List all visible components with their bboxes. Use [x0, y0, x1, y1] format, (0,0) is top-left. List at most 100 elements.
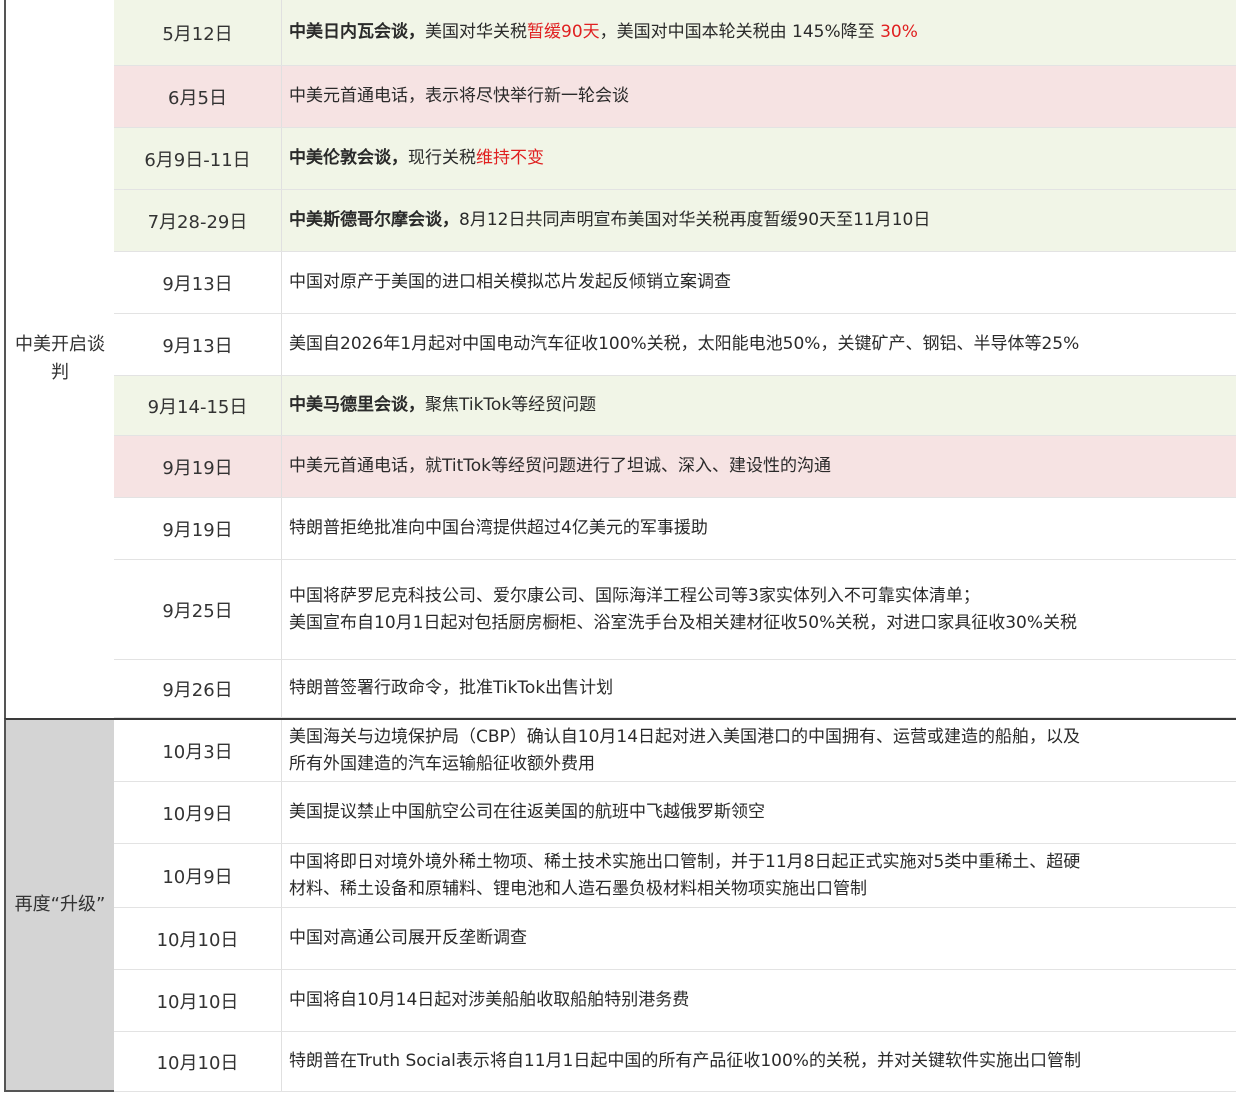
event-text: 特朗普签署行政命令，批准TikTok出售计划 [289, 678, 614, 698]
row-date: 10月9日 [114, 844, 282, 907]
table-row: 9月26日 特朗普签署行政命令，批准TikTok出售计划 [114, 660, 1236, 718]
event-text: 聚焦TikTok等经贸问题 [425, 395, 597, 415]
event-text: 美国提议禁止中国航空公司在往返美国的航班中飞越俄罗斯领空 [289, 802, 765, 822]
event-text: 维持不变 [476, 148, 544, 168]
event-text: 30% [880, 22, 918, 42]
row-date: 6月9日-11日 [114, 128, 282, 189]
event-text: 中美马德里会谈， [289, 395, 425, 415]
table-row: 9月14-15日 中美马德里会谈，聚焦TikTok等经贸问题 [114, 376, 1236, 436]
row-date: 9月19日 [114, 498, 282, 559]
section-rows: 5月12日 中美日内瓦会谈，美国对华关税暂缓90天，美国对中国本轮关税由 145%… [114, 0, 1236, 718]
section-rows: 10月3日 美国海关与边境保护局（CBP）确认自10月14日起对进入美国港口的中国… [114, 720, 1236, 1092]
event-line: 中国对原产于美国的进口相关模拟芯片发起反倾销立案调查 [289, 269, 1236, 296]
row-event: 中美马德里会谈，聚焦TikTok等经贸问题 [289, 376, 1236, 435]
event-text: 特朗普在Truth Social表示将自11月1日起中国的所有产品征收100%的… [289, 1051, 1081, 1071]
row-event: 中美元首通电话，就TitTok等经贸问题进行了坦诚、深入、建设性的沟通 [289, 436, 1236, 497]
table-row: 9月13日 美国自2026年1月起对中国电动汽车征收100%关税，太阳能电池50%… [114, 314, 1236, 376]
row-event: 中国对原产于美国的进口相关模拟芯片发起反倾销立案调查 [289, 252, 1236, 313]
row-date: 9月25日 [114, 560, 282, 659]
event-text: 暂缓90天 [527, 22, 600, 42]
row-event: 中美斯德哥尔摩会谈，8月12日共同声明宣布美国对华关税再度暂缓90天至11月10… [289, 190, 1236, 251]
event-text: ，美国对中国本轮关税由 145%降至 [599, 22, 881, 42]
section-label: 再度“升级” [6, 720, 114, 1090]
event-text: 美国自2026年1月起对中国电动汽车征收100%关税，太阳能电池50%，关键矿产… [289, 334, 1080, 354]
event-text: 材料、稀土设备和原辅料、锂电池和人造石墨负极材料相关物项实施出口管制 [289, 878, 867, 899]
event-text: 中国将萨罗尼克科技公司、爱尔康公司、国际海洋工程公司等3家实体列入不可靠实体清单… [289, 585, 980, 606]
event-line: 特朗普拒绝批准向中国台湾提供超过4亿美元的军事援助 [289, 515, 1236, 542]
event-text: 中国将即日对境外境外稀土物项、稀土技术实施出口管制，并于11月8日起正式实施对5… [289, 851, 1081, 872]
event-line: 美国宣布自10月1日起对包括厨房橱柜、浴室洗手台及相关建材征收50%关税，对进口… [289, 610, 1236, 637]
event-line: 中国对高通公司展开反垄断调查 [289, 925, 1236, 952]
event-text: 美国对华关税 [425, 22, 527, 42]
table-row: 6月9日-11日 中美伦敦会谈，现行关税维持不变 [114, 128, 1236, 190]
event-line: 美国海关与边境保护局（CBP）确认自10月14日起对进入美国港口的中国拥有、运营… [289, 724, 1236, 751]
event-text: 8月12日共同声明宣布美国对华关税再度暂缓90天至11月10日 [459, 210, 931, 230]
table-row: 10月10日 特朗普在Truth Social表示将自11月1日起中国的所有产品征… [114, 1032, 1236, 1092]
row-event: 中美日内瓦会谈，美国对华关税暂缓90天，美国对中国本轮关税由 145%降至 30… [289, 0, 1236, 65]
event-line: 特朗普在Truth Social表示将自11月1日起中国的所有产品征收100%的… [289, 1048, 1236, 1075]
row-event: 中国对高通公司展开反垄断调查 [289, 908, 1236, 969]
event-line: 特朗普签署行政命令，批准TikTok出售计划 [289, 675, 1236, 702]
event-line: 中美马德里会谈，聚焦TikTok等经贸问题 [289, 392, 1236, 419]
event-text: 中美元首通电话，表示将尽快举行新一轮会谈 [289, 86, 629, 106]
section-label-text: 中美开启谈判 [15, 334, 105, 383]
row-date: 5月12日 [114, 0, 282, 65]
event-line: 中美元首通电话，表示将尽快举行新一轮会谈 [289, 83, 1236, 110]
table-row: 10月9日 美国提议禁止中国航空公司在往返美国的航班中飞越俄罗斯领空 [114, 782, 1236, 844]
event-line: 中美日内瓦会谈，美国对华关税暂缓90天，美国对中国本轮关税由 145%降至 30… [289, 19, 1236, 46]
row-event: 特朗普签署行政命令，批准TikTok出售计划 [289, 660, 1236, 717]
table-row: 10月10日 中国将自10月14日起对涉美船舶收取船舶特别港务费 [114, 970, 1236, 1032]
row-event: 中国将萨罗尼克科技公司、爱尔康公司、国际海洋工程公司等3家实体列入不可靠实体清单… [289, 560, 1236, 659]
table-row: 10月3日 美国海关与边境保护局（CBP）确认自10月14日起对进入美国港口的中国… [114, 720, 1236, 782]
event-line: 中美斯德哥尔摩会谈，8月12日共同声明宣布美国对华关税再度暂缓90天至11月10… [289, 207, 1236, 234]
event-text: 美国宣布自10月1日起对包括厨房橱柜、浴室洗手台及相关建材征收50%关税，对进口… [289, 612, 1078, 633]
row-event: 中国将即日对境外境外稀土物项、稀土技术实施出口管制，并于11月8日起正式实施对5… [289, 844, 1236, 907]
event-line: 所有外国建造的汽车运输船征收额外费用 [289, 751, 1236, 778]
table-row: 10月9日 中国将即日对境外境外稀土物项、稀土技术实施出口管制，并于11月8日起正… [114, 844, 1236, 908]
row-date: 9月13日 [114, 314, 282, 375]
table-row: 7月28-29日 中美斯德哥尔摩会谈，8月12日共同声明宣布美国对华关税再度暂缓9… [114, 190, 1236, 252]
row-event: 美国提议禁止中国航空公司在往返美国的航班中飞越俄罗斯领空 [289, 782, 1236, 843]
table-row: 6月5日 中美元首通电话，表示将尽快举行新一轮会谈 [114, 66, 1236, 128]
table-row: 9月13日 中国对原产于美国的进口相关模拟芯片发起反倾销立案调查 [114, 252, 1236, 314]
row-event: 中美伦敦会谈，现行关税维持不变 [289, 128, 1236, 189]
event-text: 中美日内瓦会谈， [289, 22, 425, 42]
table-row: 9月19日 中美元首通电话，就TitTok等经贸问题进行了坦诚、深入、建设性的沟通 [114, 436, 1236, 498]
event-line: 美国自2026年1月起对中国电动汽车征收100%关税，太阳能电池50%，关键矿产… [289, 331, 1236, 358]
row-date: 10月9日 [114, 782, 282, 843]
event-text: 中美元首通电话，就TitTok等经贸问题进行了坦诚、深入、建设性的沟通 [289, 456, 831, 476]
section-label-text: 再度“升级” [14, 894, 106, 915]
event-line: 中国将自10月14日起对涉美船舶收取船舶特别港务费 [289, 987, 1236, 1014]
event-text: 中国将自10月14日起对涉美船舶收取船舶特别港务费 [289, 990, 690, 1010]
table-row: 10月10日 中国对高通公司展开反垄断调查 [114, 908, 1236, 970]
row-date: 10月3日 [114, 720, 282, 781]
event-line: 中国将萨罗尼克科技公司、爱尔康公司、国际海洋工程公司等3家实体列入不可靠实体清单… [289, 583, 1236, 610]
event-text: 中国对高通公司展开反垄断调查 [289, 928, 527, 948]
row-event: 特朗普拒绝批准向中国台湾提供超过4亿美元的军事援助 [289, 498, 1236, 559]
row-event: 美国海关与边境保护局（CBP）确认自10月14日起对进入美国港口的中国拥有、运营… [289, 720, 1236, 781]
event-line: 中美元首通电话，就TitTok等经贸问题进行了坦诚、深入、建设性的沟通 [289, 453, 1236, 480]
row-event: 特朗普在Truth Social表示将自11月1日起中国的所有产品征收100%的… [289, 1032, 1236, 1091]
table-row: 9月25日 中国将萨罗尼克科技公司、爱尔康公司、国际海洋工程公司等3家实体列入不可… [114, 560, 1236, 660]
row-date: 10月10日 [114, 908, 282, 969]
event-line: 中国将即日对境外境外稀土物项、稀土技术实施出口管制，并于11月8日起正式实施对5… [289, 849, 1236, 876]
event-line: 材料、稀土设备和原辅料、锂电池和人造石墨负极材料相关物项实施出口管制 [289, 876, 1236, 903]
row-date: 10月10日 [114, 970, 282, 1031]
event-text: 中美伦敦会谈， [289, 148, 408, 168]
timeline-table: 中美开启谈判 5月12日 中美日内瓦会谈，美国对华关税暂缓90天，美国对中国本轮关… [4, 0, 1236, 1092]
event-text: 中国对原产于美国的进口相关模拟芯片发起反倾销立案调查 [289, 272, 731, 292]
section-negotiation: 中美开启谈判 5月12日 中美日内瓦会谈，美国对华关税暂缓90天，美国对中国本轮关… [4, 0, 1236, 718]
event-text: 所有外国建造的汽车运输船征收额外费用 [289, 753, 595, 774]
section-label: 中美开启谈判 [6, 0, 114, 718]
row-date: 9月13日 [114, 252, 282, 313]
row-event: 中国将自10月14日起对涉美船舶收取船舶特别港务费 [289, 970, 1236, 1031]
event-text: 现行关税 [408, 148, 476, 168]
row-date: 6月5日 [114, 66, 282, 127]
row-date: 10月10日 [114, 1032, 282, 1091]
event-text: 中美斯德哥尔摩会谈， [289, 210, 459, 230]
row-event: 美国自2026年1月起对中国电动汽车征收100%关税，太阳能电池50%，关键矿产… [289, 314, 1236, 375]
event-line: 中美伦敦会谈，现行关税维持不变 [289, 145, 1236, 172]
section-escalation: 再度“升级” 10月3日 美国海关与边境保护局（CBP）确认自10月14日起对进入… [4, 718, 1236, 1092]
event-text: 美国海关与边境保护局（CBP）确认自10月14日起对进入美国港口的中国拥有、运营… [289, 726, 1081, 747]
row-date: 9月26日 [114, 660, 282, 717]
